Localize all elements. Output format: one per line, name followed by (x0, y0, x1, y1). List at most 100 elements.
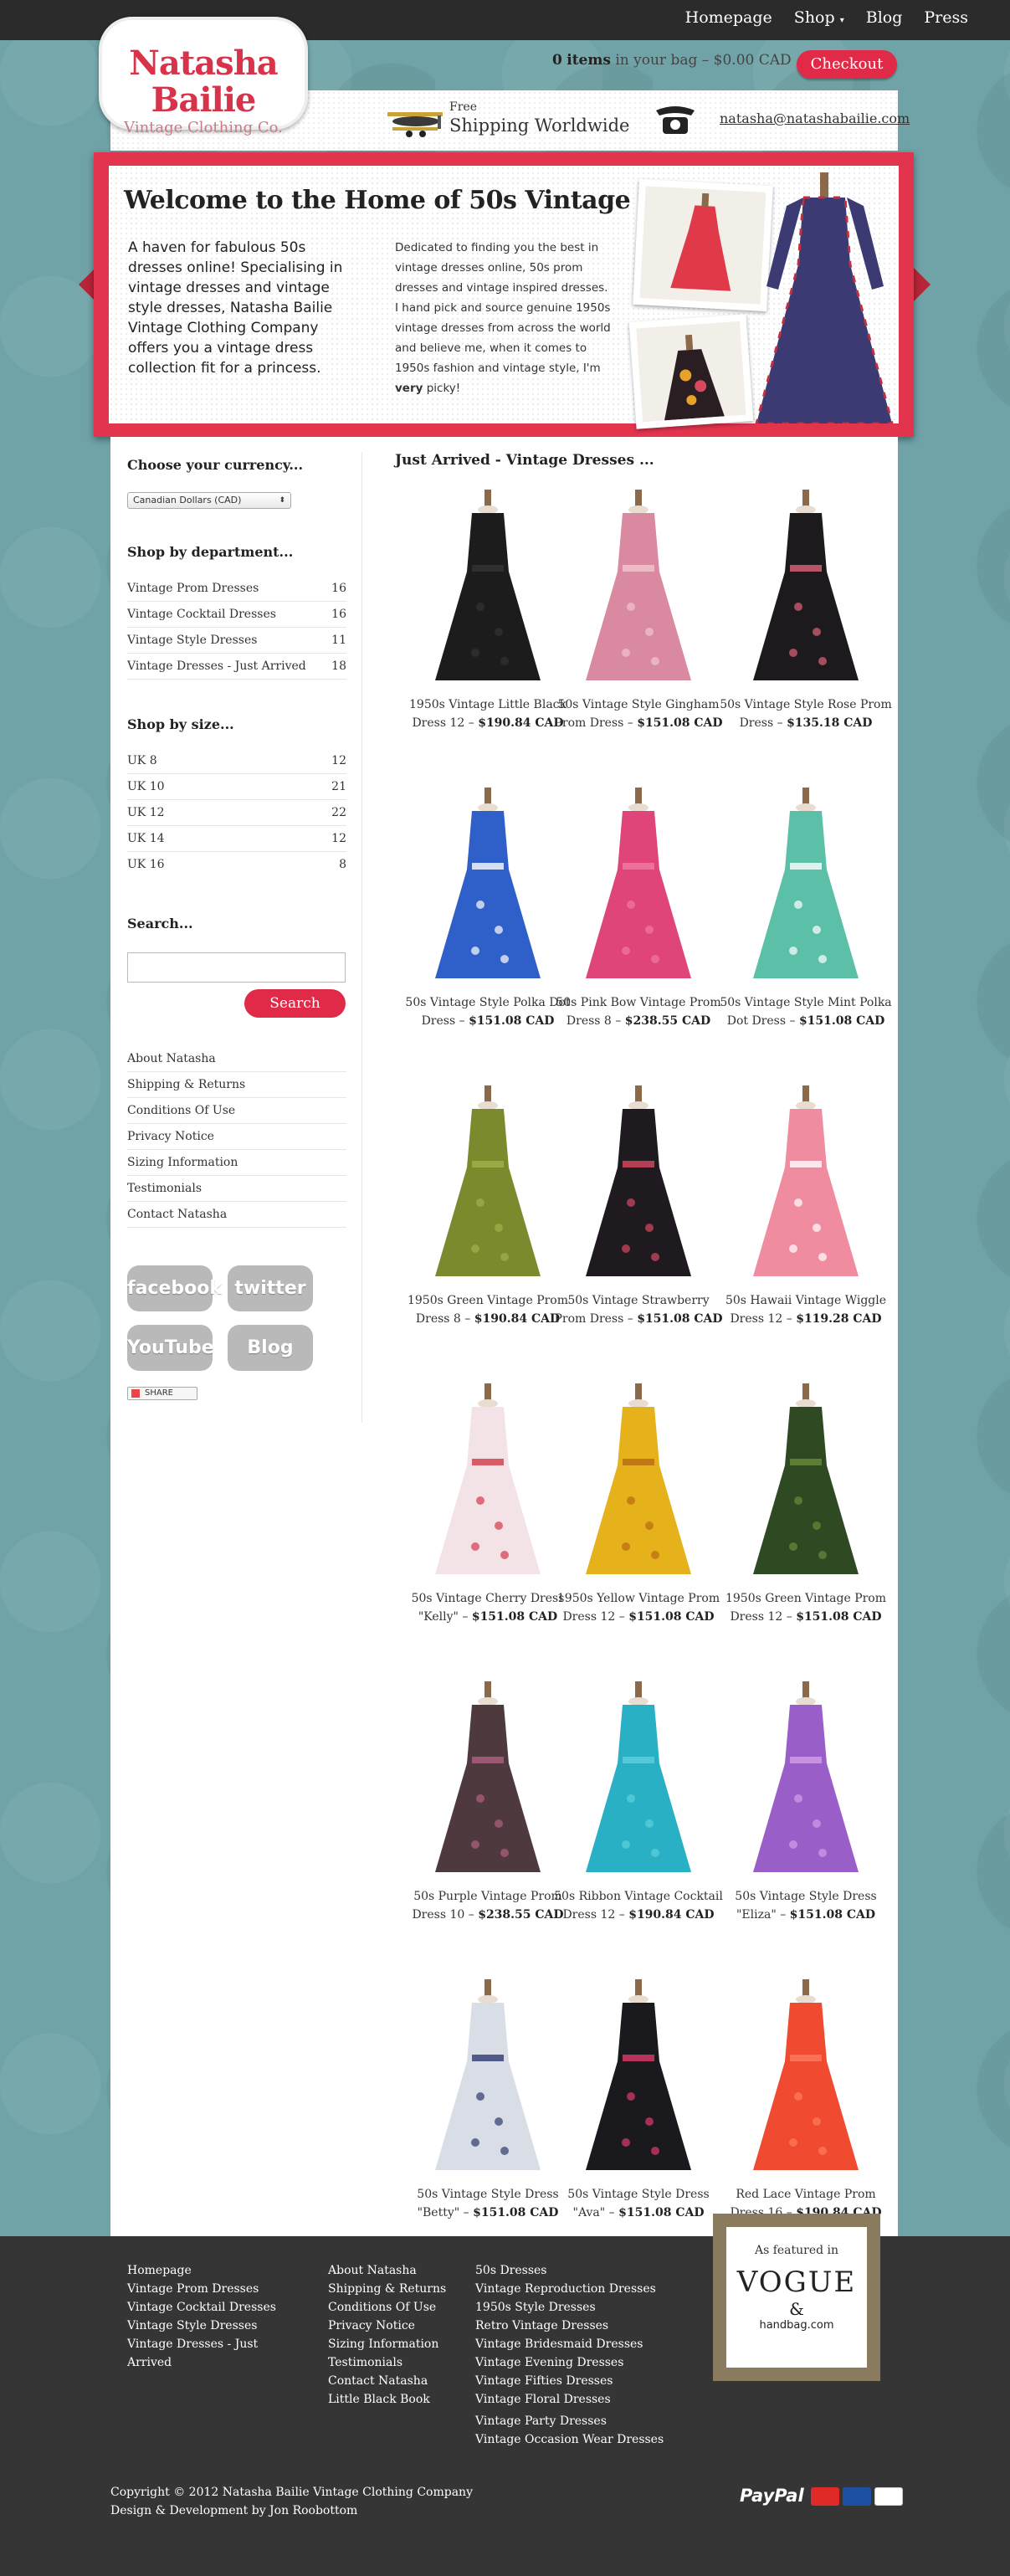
product-card[interactable]: 50s Vintage Style Dress "Betty" – $151.0… (400, 1979, 576, 2222)
footer-col1-link[interactable]: Arrived (127, 2353, 276, 2372)
youtube-button[interactable]: YouTube (127, 1325, 214, 1371)
footer-col3-link[interactable]: Vintage Evening Dresses (475, 2353, 664, 2372)
nav-shop-label: Shop (793, 8, 835, 27)
footer-col3-link[interactable]: 1950s Style Dresses (475, 2298, 664, 2317)
banner-description-end: picky! (426, 382, 461, 395)
dress-image (586, 1979, 691, 2170)
shipping-worldwide: Shipping Worldwide (449, 115, 630, 136)
dress-image (586, 490, 691, 680)
size-item[interactable]: UK 14 12 (127, 826, 346, 852)
department-item[interactable]: Vintage Cocktail Dresses 16 (127, 602, 346, 628)
product-card[interactable]: 1950s Green Vintage Prom Dress 8 – $190.… (400, 1085, 576, 1328)
facebook-button[interactable]: facebook (127, 1265, 222, 1311)
product-card[interactable]: 50s Vintage Cherry Dress "Kelly" – $151.… (400, 1383, 576, 1626)
size-count: 12 (331, 832, 346, 845)
product-title: 50s Ribbon Vintage Cocktail Dress 12 – $… (551, 1887, 726, 1924)
product-card[interactable]: 1950s Vintage Little Black Dress 12 – $1… (400, 490, 576, 732)
checkout-button[interactable]: Checkout (797, 50, 897, 79)
department-item[interactable]: Vintage Dresses - Just Arrived 18 (127, 654, 346, 680)
sidebar-link-testimonials[interactable]: Testimonials (127, 1176, 346, 1202)
maestro-icon (843, 2487, 871, 2506)
size-label: UK 14 (127, 832, 165, 845)
product-card[interactable]: 50s Purple Vintage Prom Dress 10 – $238.… (400, 1681, 576, 1924)
footer-col1-link[interactable]: Vintage Prom Dresses (127, 2280, 276, 2298)
email-link[interactable]: natasha@natashabailie.com (720, 110, 910, 126)
featured-label: As featured in (754, 2244, 839, 2257)
share-button[interactable]: SHARE (127, 1387, 197, 1400)
department-item[interactable]: Vintage Prom Dresses 16 (127, 576, 346, 602)
product-title: 50s Vintage Style Rose Prom Dress – $135… (718, 695, 894, 732)
footer-col3-link[interactable]: Retro Vintage Dresses (475, 2317, 664, 2335)
sidebar-link-sizing[interactable]: Sizing Information (127, 1150, 346, 1176)
nav-homepage[interactable]: Homepage (685, 8, 772, 27)
footer-col2-link[interactable]: About Natasha (328, 2261, 446, 2280)
footer-col2-link[interactable]: Sizing Information (328, 2335, 446, 2353)
footer-col3-link[interactable]: 50s Dresses (475, 2261, 664, 2280)
currency-select[interactable]: Canadian Dollars (CAD) ⬍ (127, 492, 291, 509)
dress-image (586, 1681, 691, 1872)
size-item[interactable]: UK 16 8 (127, 852, 346, 878)
footer-col1-link[interactable]: Homepage (127, 2261, 276, 2280)
nav-blog[interactable]: Blog (866, 8, 903, 27)
product-card[interactable]: 50s Vintage Style Gingham Prom Dress – $… (551, 490, 726, 732)
product-card[interactable]: 1950s Yellow Vintage Prom Dress 12 – $15… (551, 1383, 726, 1626)
size-count: 21 (331, 780, 346, 793)
mastercard-icon (811, 2487, 839, 2506)
product-card[interactable]: 50s Vintage Style Polka Dot Dress – $151… (400, 788, 576, 1030)
product-card[interactable]: 50s Vintage Strawberry Prom Dress – $151… (551, 1085, 726, 1328)
size-label: UK 10 (127, 780, 165, 793)
size-item[interactable]: UK 8 12 (127, 748, 346, 774)
product-title: 50s Vintage Style Polka Dot Dress – $151… (400, 993, 576, 1030)
product-card[interactable]: 50s Vintage Style Rose Prom Dress – $135… (718, 490, 894, 732)
footer-col2-link[interactable]: Little Black Book (328, 2390, 446, 2409)
footer-col3-link[interactable]: Vintage Floral Dresses (475, 2390, 664, 2409)
sidebar-link-about[interactable]: About Natasha (127, 1046, 346, 1072)
footer-col2-link[interactable]: Privacy Notice (328, 2317, 446, 2335)
sidebar-link-shipping[interactable]: Shipping & Returns (127, 1072, 346, 1098)
product-card[interactable]: 50s Ribbon Vintage Cocktail Dress 12 – $… (551, 1681, 726, 1924)
size-item[interactable]: UK 12 22 (127, 800, 346, 826)
footer-col2-link[interactable]: Contact Natasha (328, 2372, 446, 2390)
search-input[interactable] (127, 952, 346, 983)
footer-col2-link[interactable]: Shipping & Returns (328, 2280, 446, 2298)
product-card[interactable]: 50s Hawaii Vintage Wiggle Dress 12 – $11… (718, 1085, 894, 1328)
nav-shop[interactable]: Shop ▾ (794, 8, 844, 27)
product-title: 50s Purple Vintage Prom Dress 10 – $238.… (400, 1887, 576, 1924)
size-item[interactable]: UK 10 21 (127, 774, 346, 800)
nav-press[interactable]: Press (924, 8, 968, 27)
sidebar-link-privacy[interactable]: Privacy Notice (127, 1124, 346, 1150)
footer-col1-link[interactable]: Vintage Dresses - Just (127, 2335, 276, 2353)
product-price: $135.18 CAD (787, 716, 873, 730)
search-button[interactable]: Search (244, 989, 346, 1018)
footer-col3-link[interactable]: Vintage Occasion Wear Dresses (475, 2430, 664, 2449)
product-card[interactable]: 50s Vintage Style Dress "Ava" – $151.08 … (551, 1979, 726, 2222)
product-title: 50s Vintage Style Dress "Betty" – $151.0… (400, 2185, 576, 2222)
department-item[interactable]: Vintage Style Dresses 11 (127, 628, 346, 654)
product-card[interactable]: 50s Vintage Style Dress "Eliza" – $151.0… (718, 1681, 894, 1924)
size-label: UK 12 (127, 806, 165, 819)
blog-button[interactable]: Blog (228, 1325, 313, 1371)
footer-col3-link[interactable]: Vintage Bridesmaid Dresses (475, 2335, 664, 2353)
product-card[interactable]: 50s Vintage Style Mint Polka Dot Dress –… (718, 788, 894, 1030)
product-card[interactable]: 1950s Green Vintage Prom Dress 12 – $151… (718, 1383, 894, 1626)
product-card[interactable]: Red Lace Vintage Prom Dress 16 – $190.84… (718, 1979, 894, 2222)
twitter-button[interactable]: twitter (228, 1265, 313, 1311)
sidebar-link-contact[interactable]: Contact Natasha (127, 1202, 346, 1228)
footer-col3-link[interactable]: Vintage Party Dresses (475, 2412, 664, 2430)
cart-summary[interactable]: 0 items in your bag – $0.00 CAD (552, 52, 792, 69)
footer-col2-link[interactable]: Testimonials (328, 2353, 446, 2372)
dress-image (753, 1085, 859, 1276)
footer-col2-link[interactable]: Conditions Of Use (328, 2298, 446, 2317)
footer-col1-link[interactable]: Vintage Cocktail Dresses (127, 2298, 276, 2317)
site-logo[interactable]: Natasha Bailie Vintage Clothing Co. (99, 17, 308, 136)
copyright: Copyright © 2012 Natasha Bailie Vintage … (110, 2483, 473, 2520)
footer-col1-link[interactable]: Vintage Style Dresses (127, 2317, 276, 2335)
sidebar-link-conditions[interactable]: Conditions Of Use (127, 1098, 346, 1124)
dress-image (586, 1383, 691, 1574)
product-card[interactable]: 50s Pink Bow Vintage Prom Dress 8 – $238… (551, 788, 726, 1030)
department-label: Vintage Dresses - Just Arrived (127, 659, 306, 673)
design-credit[interactable]: Design & Development by Jon Roobottom (110, 2502, 473, 2520)
vogue-badge[interactable]: As featured in VOGUE & handbag.com (713, 2214, 880, 2381)
footer-col3-link[interactable]: Vintage Reproduction Dresses (475, 2280, 664, 2298)
footer-col3-link[interactable]: Vintage Fifties Dresses (475, 2372, 664, 2390)
